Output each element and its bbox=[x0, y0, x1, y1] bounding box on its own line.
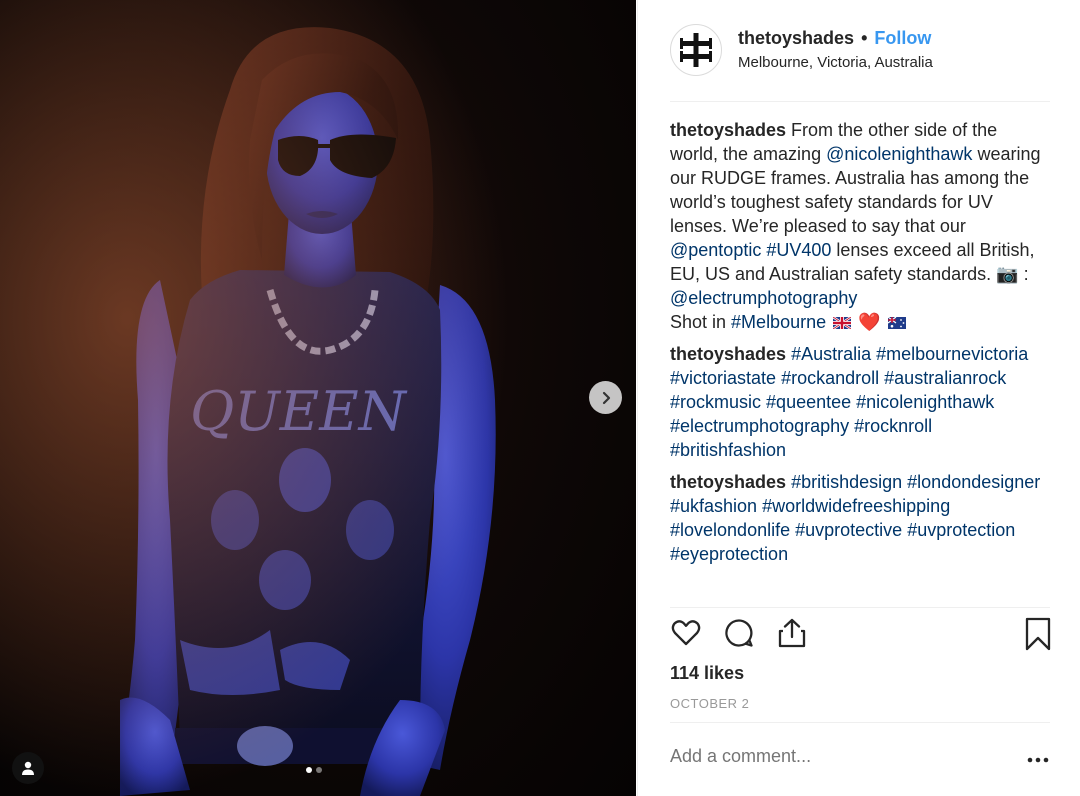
hashtag-link[interactable]: #britishfashion bbox=[670, 440, 786, 460]
comment-username[interactable]: thetoyshades bbox=[670, 344, 786, 364]
hashtag-link[interactable]: #electrumphotography bbox=[670, 416, 849, 436]
comments-list[interactable]: thetoyshades From the other side of the … bbox=[670, 118, 1050, 606]
caption-text: Shot in bbox=[670, 312, 732, 332]
caption-comment: thetoyshades From the other side of the … bbox=[670, 118, 1050, 334]
hashtag-link[interactable]: #britishdesign bbox=[791, 472, 902, 492]
more-dots-icon[interactable] bbox=[1026, 748, 1050, 772]
avatar[interactable] bbox=[670, 24, 722, 76]
action-bar bbox=[670, 617, 1054, 653]
hashtag-link[interactable]: #rockmusic bbox=[670, 392, 761, 412]
add-comment-input[interactable] bbox=[670, 746, 1010, 767]
hashtag-link[interactable]: #UV400 bbox=[766, 240, 831, 260]
mention-link[interactable]: @electrumphotography bbox=[670, 288, 857, 308]
footer-divider bbox=[670, 722, 1050, 723]
comment-bubble-icon[interactable] bbox=[723, 617, 755, 649]
carousel-dots bbox=[306, 767, 322, 773]
chevron-right-icon bbox=[602, 391, 610, 404]
user-tag-button[interactable] bbox=[12, 752, 44, 784]
next-photo-button[interactable] bbox=[589, 381, 622, 414]
comment-item: thetoyshades #britishdesign #londondesig… bbox=[670, 470, 1050, 566]
hashtag-link[interactable]: #Melbourne bbox=[731, 312, 826, 332]
mention-link[interactable]: @nicolenighthawk bbox=[826, 144, 972, 164]
mention-link[interactable]: @pentoptic bbox=[670, 240, 761, 260]
hashtag-link[interactable]: #victoriastate bbox=[670, 368, 776, 388]
hashtag-link[interactable]: #rockandroll bbox=[781, 368, 879, 388]
hashtag-link[interactable]: #queentee bbox=[766, 392, 851, 412]
carousel-dot bbox=[316, 767, 322, 773]
post-photo[interactable]: QUEEN bbox=[0, 0, 636, 796]
australia-flag-icon bbox=[887, 317, 906, 330]
hashtag-link[interactable]: #uvprotection bbox=[907, 520, 1015, 540]
photo-illustration: QUEEN bbox=[0, 0, 636, 796]
comment-username[interactable]: thetoyshades bbox=[670, 120, 786, 140]
comment-item: thetoyshades #Australia #melbournevictor… bbox=[670, 342, 1050, 462]
hashtag-link[interactable]: #lovelondonlife bbox=[670, 520, 790, 540]
hashtag-link[interactable]: #Australia bbox=[791, 344, 871, 364]
separator-dot: • bbox=[861, 28, 868, 48]
comment-username[interactable]: thetoyshades bbox=[670, 472, 786, 492]
carousel-dot-active bbox=[306, 767, 312, 773]
location-link[interactable]: Melbourne, Victoria, Australia bbox=[738, 52, 933, 74]
user-tag-icon bbox=[22, 761, 34, 775]
post-info-panel: thetoyshades • Follow Melbourne, Victori… bbox=[637, 0, 1080, 796]
hashtag-link[interactable]: #londondesigner bbox=[907, 472, 1040, 492]
follow-button[interactable]: Follow bbox=[874, 28, 931, 48]
username-link[interactable]: thetoyshades bbox=[738, 28, 854, 48]
hashtag-link[interactable]: #australianrock bbox=[884, 368, 1006, 388]
heart-icon[interactable] bbox=[670, 617, 702, 649]
comments-divider bbox=[670, 607, 1050, 608]
bookmark-icon[interactable] bbox=[1022, 617, 1054, 651]
uk-flag-icon bbox=[833, 317, 852, 330]
likes-count[interactable]: 114 likes bbox=[670, 661, 744, 685]
hashtag-link[interactable]: #uvprotective bbox=[795, 520, 902, 540]
hashtag-link[interactable]: #ukfashion bbox=[670, 496, 757, 516]
hashtag-link[interactable]: #melbournevictoria bbox=[876, 344, 1028, 364]
post-header: thetoyshades • Follow Melbourne, Victori… bbox=[670, 24, 933, 76]
hashtag-link[interactable]: #worldwidefreeshipping bbox=[762, 496, 950, 516]
heart-emoji: ❤️ bbox=[853, 312, 886, 332]
hashtag-link[interactable]: #nicolenighthawk bbox=[856, 392, 994, 412]
cross-logo-icon bbox=[680, 33, 712, 67]
share-upload-icon[interactable] bbox=[776, 617, 808, 649]
post-date[interactable]: OCTOBER 2 bbox=[670, 696, 749, 712]
header-divider bbox=[670, 101, 1050, 102]
hashtag-link[interactable]: #rocknroll bbox=[854, 416, 932, 436]
hashtag-link[interactable]: #eyeprotection bbox=[670, 544, 788, 564]
